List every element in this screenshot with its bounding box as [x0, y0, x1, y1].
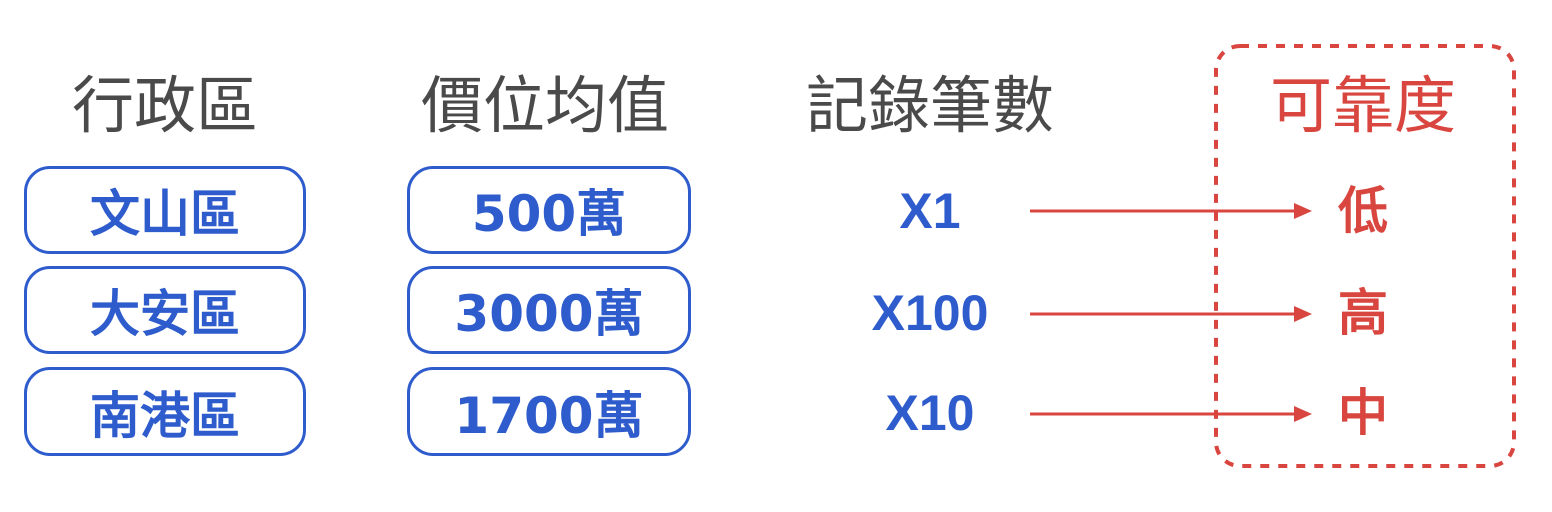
arrow-head	[1294, 306, 1312, 322]
arrow-head	[1294, 203, 1312, 219]
reliability-dashed-frame	[1214, 44, 1516, 468]
arrow-wenshan	[1030, 203, 1312, 219]
arrow-daan	[1030, 306, 1312, 322]
arrow-head	[1294, 406, 1312, 422]
diagram-overlay	[1030, 44, 1516, 468]
arrow-nangang	[1030, 406, 1312, 422]
